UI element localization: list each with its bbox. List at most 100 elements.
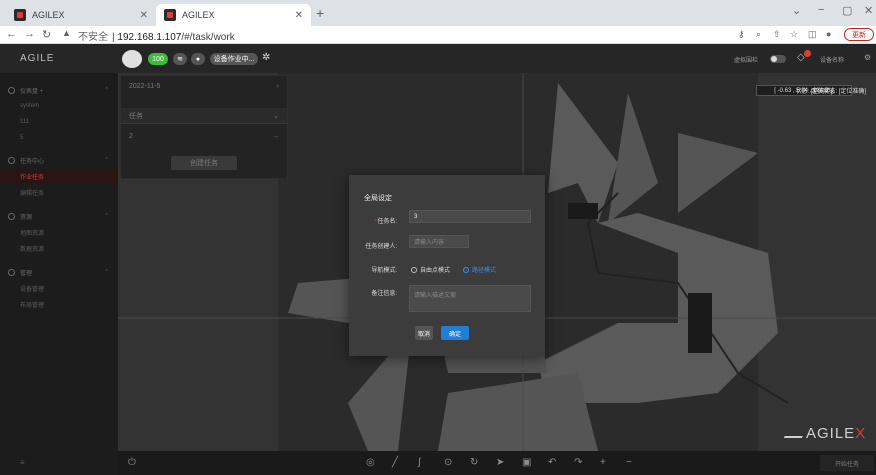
robot-avatar-icon [122,50,142,68]
profile-icon[interactable]: ● [826,29,831,39]
dashboard-icon [8,86,15,94]
sidebar-group-tasks[interactable]: 任务中心 ^ [0,153,118,167]
url-path: /#/task/work [181,32,235,43]
settings-icon[interactable]: ⚙ [864,53,871,62]
task-center-icon [8,156,15,164]
sidebar-item-111[interactable]: 111 [0,115,118,129]
dialog-title: 全局设定 [364,195,392,202]
key-icon[interactable]: ⚷ [738,29,745,40]
location-pin-icon: ● [191,53,205,65]
task-name-input[interactable]: 3 [409,210,531,223]
arrow-right-icon: → [272,133,279,140]
sidebar-item-layout-mgmt[interactable]: 布局管理 [0,297,118,311]
notes-textarea[interactable]: 请输入描述文案 [409,285,531,312]
target-icon[interactable]: ◎ [366,457,375,468]
chevron-up-icon: ^ [105,157,108,163]
update-button[interactable]: 更新 [844,28,874,41]
fit-screen-icon[interactable]: ▣ [522,457,531,468]
browser-tab-2[interactable]: AGILEX ✕ [156,4,311,26]
start-task-button[interactable]: 开始任务 [820,455,874,471]
sidebar-item-map-resources[interactable]: 地图资源 [0,225,118,239]
sidebar-item-device-mgmt[interactable]: 设备管理 [0,281,118,295]
task-item-2[interactable]: 2 → [121,128,287,145]
virtual-wall-toggle[interactable] [770,55,786,63]
virtual-wall-label: 虚拟围栏 [734,58,759,64]
close-tab-icon[interactable]: ✕ [295,10,303,21]
line-tool-icon[interactable]: ╱ [392,457,398,468]
task-panel: 2022-11-5 › 任务 ⌄ 2 → 创建任务 [120,75,288,179]
minimize-icon[interactable]: − [818,4,824,16]
gear-icon[interactable]: ✲ [262,52,270,63]
creator-input[interactable]: 请输入内容 [409,235,469,248]
task-select[interactable]: 任务 ⌄ [121,108,287,124]
chevron-right-icon: › [276,83,279,90]
map-toolbar: ⏻ ◎ ╱ ∫ ⊙ ↻ ➤ ▣ ↶ ↷ + − 开始任务 [118,451,876,475]
task-name-label: *任务名: [373,219,397,225]
sidebar-item-data-resources[interactable]: 数据资源 [0,241,118,255]
back-icon[interactable]: ← [6,28,17,40]
task-date-row[interactable]: 2022-11-5 › [121,78,287,95]
tab-title: AGILEX [32,10,65,20]
sidebar-group-dashboard[interactable]: 仪表盘 + ^ [0,83,118,97]
agilex-favicon-icon [164,9,176,21]
power-icon[interactable]: ⏻ [128,457,136,468]
address-bar: ← → ↻ ▲ 不安全 | 192.168.1.107/#/task/work ⚷… [0,26,876,44]
agilex-favicon-icon [14,9,26,21]
chevron-up-icon: ^ [105,213,108,219]
sidebar-group-admin[interactable]: 管理 ^ [0,265,118,279]
new-tab-icon[interactable]: + [316,5,324,21]
nav-mode-label: 导航模式: [371,268,397,274]
forward-icon[interactable]: → [24,28,35,40]
zoom-out-icon[interactable]: − [626,457,632,468]
undo-icon[interactable]: ↶ [548,457,556,468]
cancel-button[interactable]: 取消 [415,326,433,340]
notification-badge [804,50,811,57]
device-name-dropdown[interactable]: 设备名称 [820,55,844,64]
sidebar: 仪表盘 + ^ system 111 5 任务中心 ^ 作业任务 编辑任务 资源 ^ … [0,73,118,475]
close-tab-icon[interactable]: ✕ [140,10,148,21]
admin-icon [8,268,15,276]
bookmark-star-icon[interactable]: ☆ [790,29,798,40]
rotate-icon[interactable]: ↻ [470,457,478,468]
sidebar-item-work-task[interactable]: 作业任务 [0,169,118,183]
free-point-mode-radio[interactable]: 自由点模式 [411,265,450,274]
creator-label: 任务创建人: [365,244,397,250]
create-task-button[interactable]: 创建任务 [171,156,237,170]
navigate-arrow-icon[interactable]: ➤ [496,457,504,468]
sidebar-group-resources[interactable]: 资源 ^ [0,209,118,223]
app-root: AGILE 100 ≋ ● 设备作业中... ✲ 虚拟围栏 ◇ 设备名称 ⚙ [… [0,45,876,475]
maximize-icon[interactable]: ▢ [842,4,852,17]
sidebar-item-edit-task[interactable]: 编辑任务 [0,185,118,199]
share-icon[interactable]: ⇧ [773,29,781,40]
agilex-logo: AGILE [20,53,55,64]
sidebar-item-5[interactable]: 5 [0,131,118,145]
device-status-pill[interactable]: 设备作业中... [210,53,258,65]
chevron-up-icon: ^ [105,87,108,93]
sidebar-item-system[interactable]: system [0,99,118,113]
wifi-icon: ≋ [173,53,187,65]
reload-icon[interactable]: ↻ [42,28,51,41]
curve-tool-icon[interactable]: ∫ [418,457,421,468]
close-window-icon[interactable]: ✕ [864,4,873,17]
battery-badge: 100 [148,53,168,65]
path-mode-radio[interactable]: 路径模式 [463,265,496,274]
collapse-menu-icon[interactable]: ≡ [20,458,25,467]
url-host: 192.168.1.107 [117,32,182,43]
agilex-brand-logo: AGILEX [783,425,866,442]
zoom-icon[interactable]: ⌕ [756,29,761,40]
resources-icon [8,212,15,220]
zoom-in-icon[interactable]: + [600,457,606,468]
notes-label: 备注信息: [371,291,397,297]
radio-dot [411,266,417,273]
browser-tab-1[interactable]: AGILEX ✕ [6,4,156,26]
redo-icon[interactable]: ↷ [574,457,582,468]
sidepanel-icon[interactable]: ◫ [808,29,817,40]
confirm-button[interactable]: 确定 [441,326,469,340]
url-field[interactable]: 不安全 | 192.168.1.107/#/task/work [78,28,235,43]
security-label: 不安全 [78,32,108,43]
warning-icon: ▲ [62,28,71,38]
locate-icon[interactable]: ⊙ [444,457,452,468]
brand-swoosh-icon [783,430,807,438]
chevron-up-icon: ^ [105,269,108,275]
tab-search-chevron-icon[interactable]: ⌄ [792,4,801,17]
